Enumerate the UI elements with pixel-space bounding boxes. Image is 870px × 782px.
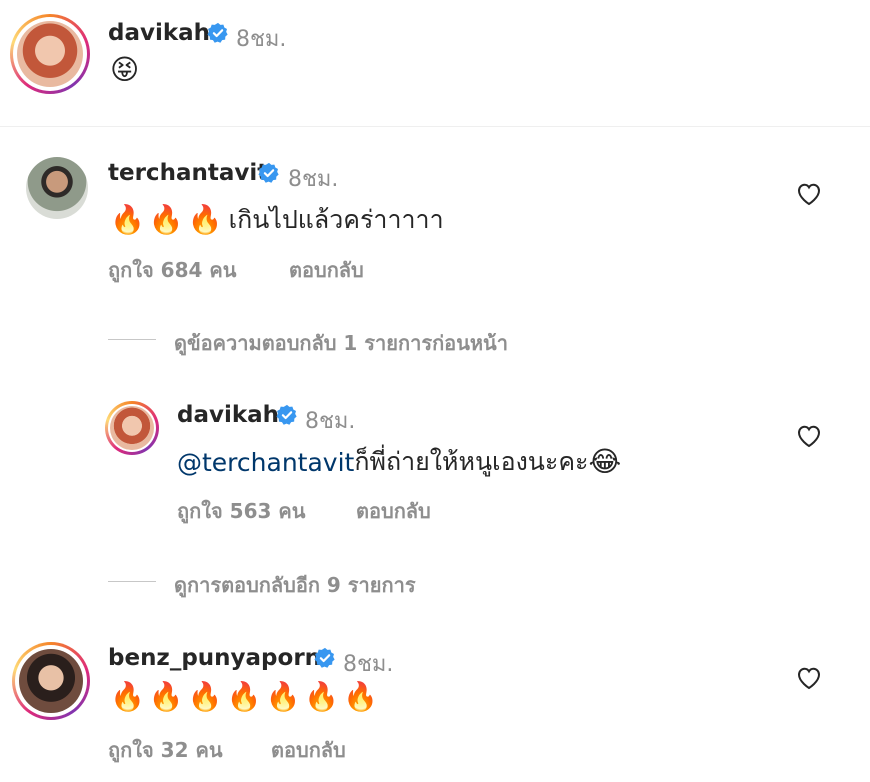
username[interactable]: davikah: [108, 20, 210, 46]
timestamp: 8ชม.: [343, 652, 394, 677]
reply-button[interactable]: ตอบกลับ: [271, 734, 346, 766]
heart-icon[interactable]: [796, 424, 822, 448]
reply-button[interactable]: ตอบกลับ: [356, 495, 431, 527]
reply-button[interactable]: ตอบกลับ: [289, 254, 364, 286]
story-ring[interactable]: [105, 401, 159, 455]
comment-emoji: 😂: [588, 445, 626, 478]
username[interactable]: davikah: [177, 402, 279, 428]
verified-badge-icon: [258, 162, 279, 183]
like-count[interactable]: ถูกใจ 684 คน: [108, 254, 236, 286]
comment-emoji: 🔥🔥🔥🔥🔥🔥🔥: [110, 680, 383, 713]
heart-icon[interactable]: [796, 182, 822, 206]
story-ring[interactable]: [10, 14, 90, 94]
comment-text: เกินไปแล้วคร่าาาาา: [228, 205, 444, 234]
mention-link[interactable]: @terchantavit: [177, 448, 354, 477]
heart-icon[interactable]: [796, 666, 822, 690]
like-count[interactable]: ถูกใจ 32 คน: [108, 734, 223, 766]
timestamp: 8ชม.: [236, 27, 287, 52]
view-previous-replies-label[interactable]: ดูข้อความตอบกลับ 1 รายการก่อนหน้า: [174, 327, 508, 359]
view-more-replies-label[interactable]: ดูการตอบกลับอีก 9 รายการ: [174, 569, 416, 601]
username[interactable]: terchantavit: [108, 160, 268, 186]
timestamp: 8ชม.: [288, 167, 339, 192]
username[interactable]: benz_punyaporn: [108, 645, 321, 671]
verified-badge-icon: [207, 22, 228, 43]
avatar[interactable]: [26, 157, 88, 219]
comment-emoji: 🔥🔥🔥: [110, 203, 227, 236]
timestamp: 8ชม.: [305, 409, 356, 434]
avatar[interactable]: [19, 649, 83, 713]
caption-emoji: 😝: [110, 53, 144, 86]
story-ring[interactable]: [12, 642, 90, 720]
divider: [0, 126, 870, 127]
avatar[interactable]: [17, 21, 83, 87]
verified-badge-icon: [276, 404, 297, 425]
avatar[interactable]: [110, 406, 154, 450]
like-count[interactable]: ถูกใจ 563 คน: [177, 495, 305, 527]
comment-text: ก็พี่ถ่ายให้หนูเองนะคะ: [354, 447, 589, 476]
verified-badge-icon: [314, 647, 335, 668]
